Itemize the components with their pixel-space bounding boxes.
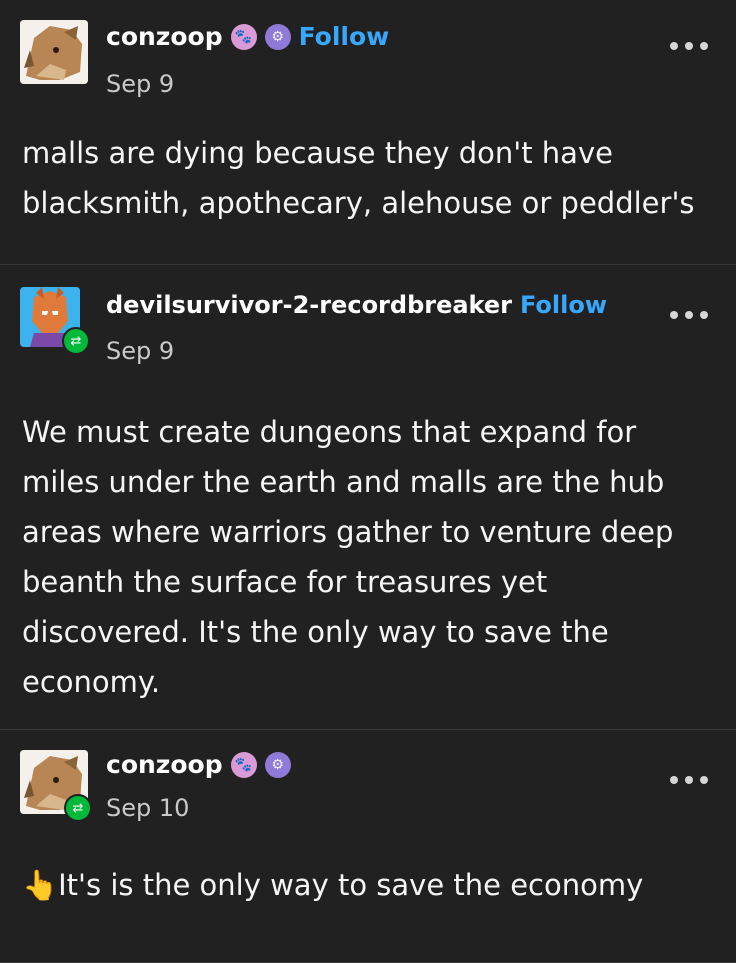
reblog-icon: ⇄ (64, 794, 92, 822)
post-2: ⇄ devilsurvivor-2-recordbreaker Follow S… (0, 265, 736, 730)
dog-avatar-icon (20, 20, 88, 84)
follow-button[interactable]: Follow (520, 291, 607, 319)
post-date[interactable]: Sep 9 (106, 337, 174, 365)
follow-button[interactable]: Follow (299, 22, 390, 51)
more-options-icon[interactable] (670, 776, 708, 784)
post-text-content: It's is the only way to save the economy (58, 868, 644, 902)
post-header: conzoop 🐾 ⚙ Follow Sep 9 (0, 0, 736, 98)
username[interactable]: conzoop (106, 750, 223, 779)
name-row: conzoop 🐾 ⚙ (106, 750, 291, 779)
post-text-content: We must create dungeons that expand for … (22, 415, 674, 699)
post-date[interactable]: Sep 10 (106, 794, 189, 822)
post-text: We must create dungeons that expand for … (0, 353, 736, 707)
name-row: devilsurvivor-2-recordbreaker Follow (106, 291, 607, 319)
post-text: 👆It's is the only way to save the econom… (0, 826, 736, 910)
gear-badge-icon: ⚙ (264, 23, 291, 50)
post-1: conzoop 🐾 ⚙ Follow Sep 9 malls are dying… (0, 0, 736, 265)
paw-badge-icon: 🐾 (230, 751, 257, 778)
post-header: ⇄ conzoop 🐾 ⚙ Sep 10 (0, 730, 736, 826)
post-header: ⇄ devilsurvivor-2-recordbreaker Follow S… (0, 265, 736, 365)
post-text: malls are dying because they don't have … (0, 96, 736, 228)
username[interactable]: conzoop (106, 22, 223, 51)
more-options-icon[interactable] (670, 311, 708, 319)
name-row: conzoop 🐾 ⚙ Follow (106, 22, 389, 51)
paw-badge-icon: 🐾 (230, 23, 257, 50)
post-text-content: malls are dying because they don't have … (22, 136, 695, 220)
reblog-icon: ⇄ (62, 327, 90, 355)
gear-badge-icon: ⚙ (264, 751, 291, 778)
post-date[interactable]: Sep 9 (106, 70, 174, 98)
avatar[interactable] (20, 20, 88, 84)
more-options-icon[interactable] (670, 42, 708, 50)
username[interactable]: devilsurvivor-2-recordbreaker (106, 291, 512, 319)
post-3: ⇄ conzoop 🐾 ⚙ Sep 10 👆It's is the only w… (0, 730, 736, 963)
pointing-up-emoji-icon: 👆 (22, 868, 59, 902)
